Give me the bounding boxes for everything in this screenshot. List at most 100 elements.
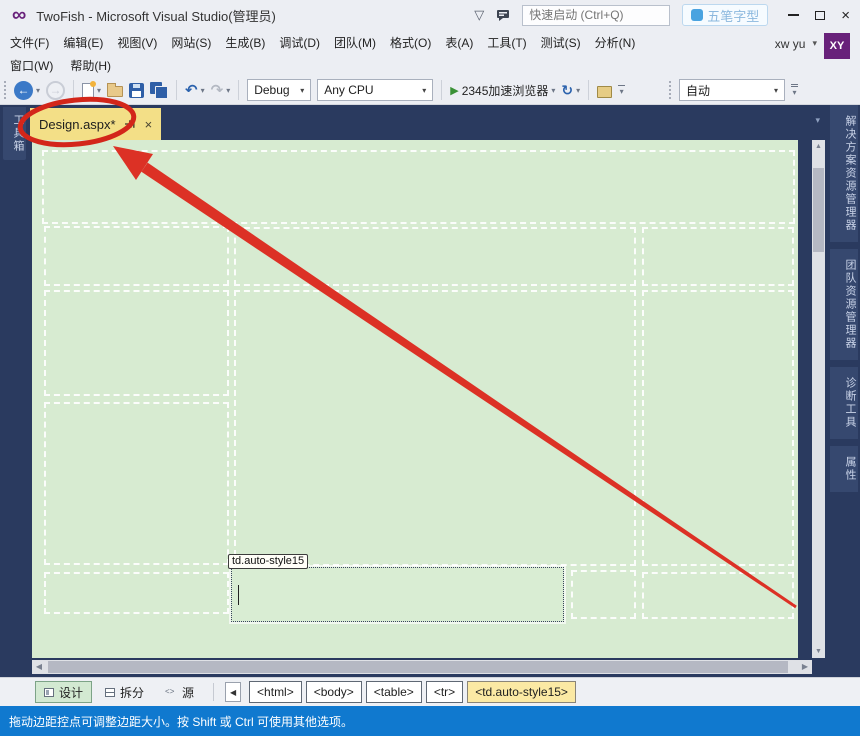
notifications-icon[interactable]: ▽ [474, 7, 484, 23]
split-view-button[interactable]: 拆分 [97, 681, 152, 703]
document-tab-design-aspx[interactable]: Design.aspx* × [30, 108, 161, 140]
design-surface[interactable]: td.auto-style15 [32, 140, 798, 658]
breadcrumb-tag-2[interactable]: <table> [366, 681, 422, 703]
selected-table-cell[interactable] [231, 567, 564, 622]
menu-item-7[interactable]: 格式(O) [390, 34, 431, 51]
menu-item-8[interactable]: 表(A) [445, 34, 473, 51]
browse-tool-icon[interactable] [597, 86, 612, 98]
open-file-icon[interactable] [107, 86, 123, 97]
breadcrumb-tag-4[interactable]: <td.auto-style15> [467, 681, 576, 703]
horizontal-scrollbar[interactable]: ◀ ▶ [32, 660, 812, 674]
save-all-icon[interactable] [150, 82, 168, 99]
scroll-right-icon[interactable]: ▶ [798, 660, 812, 674]
table-cell[interactable] [571, 570, 636, 619]
feedback-icon[interactable] [496, 9, 510, 21]
refresh-dropdown-icon[interactable]: ▾ [576, 86, 580, 95]
new-file-icon [82, 83, 94, 98]
account-area[interactable]: xw yu ▾ XY [775, 33, 850, 59]
table-cell[interactable] [44, 290, 229, 396]
minimize-icon[interactable] [788, 14, 799, 16]
navigate-back-button[interactable]: ← ▾ [14, 81, 40, 100]
side-tab-3[interactable]: 属性 [830, 446, 858, 492]
scroll-left-icon[interactable]: ◀ [32, 660, 46, 674]
menu-item-6[interactable]: 团队(M) [334, 34, 376, 51]
table-cell[interactable] [44, 226, 229, 286]
left-triangle-icon: ◀ [230, 688, 236, 697]
menu-item-row2-1[interactable]: 帮助(H) [70, 57, 111, 74]
design-view-button[interactable]: 设计 [35, 681, 92, 703]
table-cell[interactable] [44, 402, 229, 565]
format-value: 自动 [686, 82, 710, 99]
table-cell[interactable] [234, 227, 636, 286]
menu-item-0[interactable]: 文件(F) [10, 34, 49, 51]
overflow-bar [791, 84, 798, 85]
table-cell[interactable] [42, 150, 795, 224]
menu-item-10[interactable]: 测试(S) [541, 34, 581, 51]
menu-item-5[interactable]: 调试(D) [279, 34, 320, 51]
refresh-icon: ↻ [561, 82, 573, 99]
menu-item-11[interactable]: 分析(N) [595, 34, 636, 51]
quick-launch-input[interactable] [522, 5, 670, 26]
menu-item-3[interactable]: 网站(S) [171, 34, 211, 51]
toolbar-separator [73, 80, 74, 100]
new-file-dropdown-icon[interactable]: ▾ [97, 86, 101, 95]
breadcrumb-tag-1[interactable]: <body> [306, 681, 362, 703]
toolbar-overflow-button[interactable]: ▾ [618, 85, 625, 96]
menu-item-2[interactable]: 视图(V) [117, 34, 157, 51]
new-file-button[interactable]: ▾ [82, 83, 101, 98]
run-dropdown-icon[interactable]: ▾ [551, 86, 555, 95]
undo-dropdown-icon[interactable]: ▾ [201, 86, 205, 95]
tab-close-icon[interactable]: × [145, 118, 153, 131]
menu-item-4[interactable]: 生成(B) [225, 34, 265, 51]
table-cell[interactable] [642, 227, 794, 286]
platform-combobox[interactable]: Any CPU ▾ [317, 79, 433, 101]
scroll-down-icon[interactable]: ▼ [812, 645, 825, 658]
horizontal-scroll-thumb[interactable] [48, 661, 788, 673]
pin-icon[interactable] [125, 118, 136, 132]
source-view-button[interactable]: 源 [157, 681, 202, 703]
undo-button[interactable]: ↶ ▾ [185, 81, 205, 99]
redo-icon: ↷ [211, 81, 224, 99]
navigate-forward-button[interactable]: → [46, 81, 65, 100]
redo-button[interactable]: ↷ ▾ [211, 81, 231, 99]
user-avatar[interactable]: XY [824, 33, 850, 59]
source-view-icon [165, 688, 177, 697]
visual-studio-logo-icon: ∞ [12, 5, 26, 25]
redo-dropdown-icon[interactable]: ▾ [226, 86, 230, 95]
toolbar-separator [588, 80, 589, 100]
side-tab-2[interactable]: 诊断工具 [830, 367, 858, 439]
toolbox-tab[interactable]: 工具箱 [3, 107, 26, 160]
forward-icon: → [50, 81, 62, 100]
save-icon[interactable] [129, 83, 144, 98]
toolbar-grip[interactable] [669, 81, 673, 99]
toolbar-overflow-button[interactable]: ▾ [791, 84, 798, 97]
table-cell[interactable] [642, 290, 794, 566]
tab-list-dropdown-icon[interactable]: ▾ [815, 115, 820, 126]
back-dropdown-icon[interactable]: ▾ [36, 86, 40, 95]
breadcrumb-tag-0[interactable]: <html> [249, 681, 302, 703]
side-tab-0[interactable]: 解决方案资源管理器 [830, 105, 858, 242]
ime-badge[interactable]: 五笔字型 [682, 4, 768, 26]
configuration-value: Debug [254, 83, 289, 97]
menu-item-row2-0[interactable]: 窗口(W) [10, 57, 53, 74]
refresh-button[interactable]: ↻ ▾ [561, 82, 580, 99]
close-icon[interactable]: × [841, 8, 850, 23]
menu-item-9[interactable]: 工具(T) [487, 34, 526, 51]
table-cell[interactable] [642, 572, 794, 619]
maximize-icon[interactable] [815, 11, 825, 20]
toolbar-grip[interactable] [4, 81, 8, 99]
table-cell[interactable] [44, 572, 229, 614]
tag-scroll-left-button[interactable]: ◀ [225, 682, 241, 702]
tagbar-separator [213, 683, 214, 701]
menu-item-1[interactable]: 编辑(E) [63, 34, 103, 51]
format-combobox[interactable]: 自动 ▾ [679, 79, 785, 101]
start-debug-button[interactable]: ▶ 2345加速浏览器 ▾ [450, 82, 555, 99]
vertical-scroll-thumb[interactable] [813, 168, 824, 252]
status-message: 拖动边距控点可调整边距大小。按 Shift 或 Ctrl 可使用其他选项。 [9, 713, 353, 730]
breadcrumb-tag-3[interactable]: <tr> [426, 681, 463, 703]
vertical-scrollbar[interactable]: ▲ ▼ [812, 140, 825, 658]
configuration-combobox[interactable]: Debug ▾ [247, 79, 311, 101]
side-tab-1[interactable]: 团队资源管理器 [830, 249, 858, 360]
table-cell[interactable] [234, 290, 636, 566]
scroll-up-icon[interactable]: ▲ [812, 140, 825, 153]
